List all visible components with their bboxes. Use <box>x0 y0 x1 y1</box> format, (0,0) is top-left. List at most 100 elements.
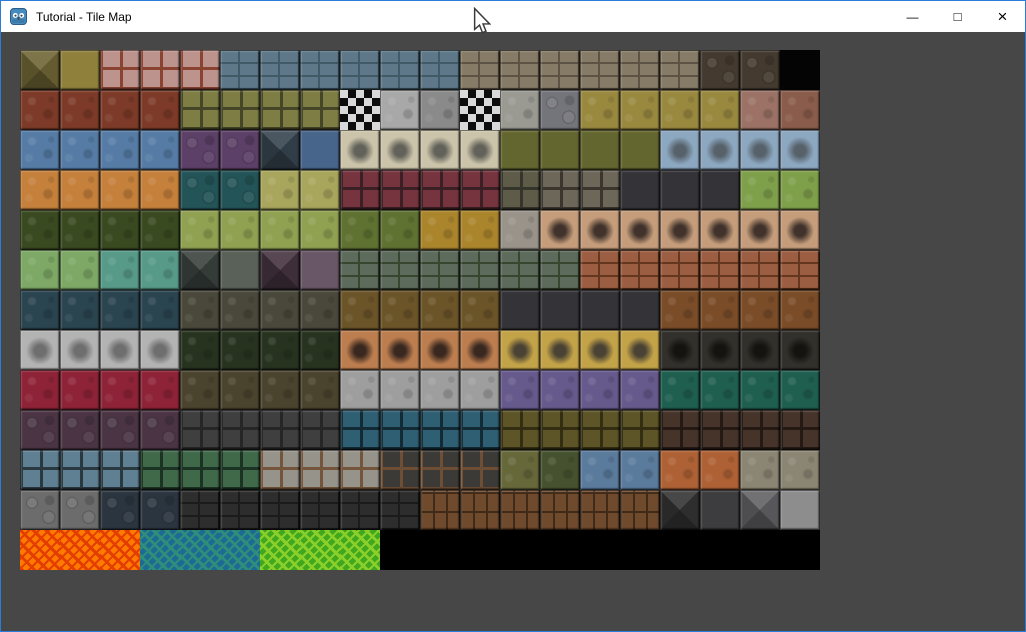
tile[interactable] <box>380 50 420 90</box>
tile[interactable] <box>660 210 700 250</box>
tile[interactable] <box>740 210 780 250</box>
tile[interactable] <box>580 170 620 210</box>
tile[interactable] <box>20 410 60 450</box>
tile[interactable] <box>740 50 780 90</box>
tile[interactable] <box>460 370 500 410</box>
tile[interactable] <box>100 130 140 170</box>
tile[interactable] <box>100 210 140 250</box>
tile[interactable] <box>780 530 820 570</box>
tile[interactable] <box>220 250 260 290</box>
tile[interactable] <box>20 290 60 330</box>
tile[interactable] <box>540 530 580 570</box>
tile[interactable] <box>300 290 340 330</box>
tile[interactable] <box>500 50 540 90</box>
tile[interactable] <box>780 250 820 290</box>
tile[interactable] <box>100 90 140 130</box>
tile[interactable] <box>660 370 700 410</box>
tile[interactable] <box>740 410 780 450</box>
tile[interactable] <box>420 90 460 130</box>
tile[interactable] <box>700 290 740 330</box>
tile[interactable] <box>580 410 620 450</box>
tile[interactable] <box>20 530 60 570</box>
tile[interactable] <box>180 370 220 410</box>
tile[interactable] <box>500 490 540 530</box>
tile[interactable] <box>260 50 300 90</box>
tile[interactable] <box>220 210 260 250</box>
tile[interactable] <box>700 370 740 410</box>
tile[interactable] <box>540 210 580 250</box>
tile[interactable] <box>380 490 420 530</box>
tile[interactable] <box>580 50 620 90</box>
tile[interactable] <box>20 130 60 170</box>
tile[interactable] <box>260 290 300 330</box>
tile[interactable] <box>140 130 180 170</box>
tile[interactable] <box>460 530 500 570</box>
tile[interactable] <box>580 130 620 170</box>
tile[interactable] <box>500 130 540 170</box>
tile[interactable] <box>580 90 620 130</box>
tile[interactable] <box>540 250 580 290</box>
tile[interactable] <box>700 410 740 450</box>
tile[interactable] <box>580 450 620 490</box>
tile[interactable] <box>540 330 580 370</box>
tile[interactable] <box>460 170 500 210</box>
tile[interactable] <box>740 290 780 330</box>
tile[interactable] <box>460 250 500 290</box>
tile[interactable] <box>60 170 100 210</box>
tile[interactable] <box>140 410 180 450</box>
tile[interactable] <box>60 290 100 330</box>
tile[interactable] <box>420 450 460 490</box>
tile[interactable] <box>700 210 740 250</box>
tile[interactable] <box>20 90 60 130</box>
tile[interactable] <box>20 50 60 90</box>
tile[interactable] <box>380 530 420 570</box>
tile[interactable] <box>340 290 380 330</box>
tile[interactable] <box>180 130 220 170</box>
tile[interactable] <box>460 490 500 530</box>
tile[interactable] <box>180 170 220 210</box>
tile[interactable] <box>300 210 340 250</box>
tile[interactable] <box>140 250 180 290</box>
tile[interactable] <box>620 250 660 290</box>
tile[interactable] <box>260 330 300 370</box>
tile[interactable] <box>660 330 700 370</box>
tile[interactable] <box>220 290 260 330</box>
tile[interactable] <box>740 90 780 130</box>
tile[interactable] <box>460 90 500 130</box>
tile[interactable] <box>60 370 100 410</box>
tile[interactable] <box>100 170 140 210</box>
tile[interactable] <box>620 370 660 410</box>
tile[interactable] <box>780 450 820 490</box>
tile[interactable] <box>700 450 740 490</box>
tile[interactable] <box>540 50 580 90</box>
tile[interactable] <box>780 410 820 450</box>
tile[interactable] <box>300 130 340 170</box>
tile[interactable] <box>620 450 660 490</box>
tile[interactable] <box>540 90 580 130</box>
tile[interactable] <box>60 410 100 450</box>
tile[interactable] <box>420 290 460 330</box>
minimize-button[interactable]: — <box>890 1 935 36</box>
tile[interactable] <box>300 330 340 370</box>
tile[interactable] <box>220 170 260 210</box>
tile[interactable] <box>540 290 580 330</box>
tile[interactable] <box>300 530 340 570</box>
tile[interactable] <box>60 490 100 530</box>
tile[interactable] <box>660 170 700 210</box>
close-button[interactable]: × <box>980 1 1025 32</box>
tile[interactable] <box>380 410 420 450</box>
tile[interactable] <box>780 170 820 210</box>
tile[interactable] <box>180 50 220 90</box>
tile[interactable] <box>60 90 100 130</box>
tile[interactable] <box>380 130 420 170</box>
tile[interactable] <box>220 130 260 170</box>
tile[interactable] <box>100 530 140 570</box>
tile[interactable] <box>100 330 140 370</box>
maximize-button[interactable]: □ <box>935 1 980 32</box>
tile[interactable] <box>300 90 340 130</box>
tile[interactable] <box>140 210 180 250</box>
tile[interactable] <box>340 170 380 210</box>
tile[interactable] <box>460 450 500 490</box>
tile[interactable] <box>60 530 100 570</box>
tile[interactable] <box>300 490 340 530</box>
